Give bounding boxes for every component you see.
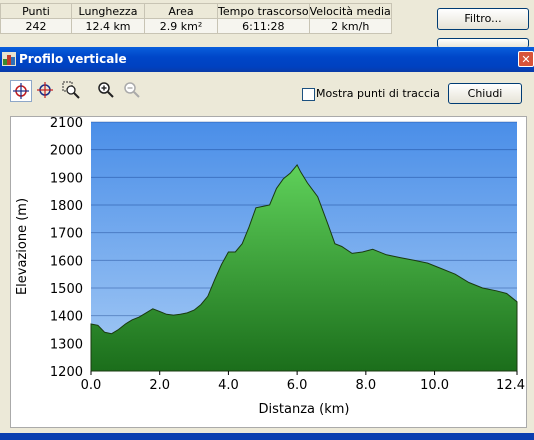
stats-header-elapsed-time: Tempo trascorso [217,3,310,19]
x-tick-label: 8.0 [355,378,376,393]
x-tick-label: 10.0 [420,378,449,393]
stats-table: Punti Lunghezza Area Tempo trascorso Vel… [0,3,392,34]
y-tick-label: 1900 [50,171,83,186]
stats-header-length: Lunghezza [71,3,145,19]
stats-value-length: 12.4 km [71,18,145,34]
zoom-region-icon[interactable] [61,80,83,102]
close-icon[interactable]: ✕ [518,51,534,67]
filter-button[interactable]: Filtro... [437,8,529,30]
stats-value-points: 242 [0,18,72,34]
show-points-checkbox[interactable] [302,88,315,101]
y-tick-label: 1500 [50,282,83,297]
crosshair-icon[interactable] [10,80,32,102]
y-tick-label: 2100 [50,117,83,131]
stats-header-avg-speed: Velocità media [308,3,392,19]
stats-header-points: Punti [0,3,72,19]
stats-value-avg-speed: 2 km/h [308,18,392,34]
title-bar[interactable]: Profilo verticale ✕ [0,47,534,72]
y-tick-label: 1800 [50,199,83,214]
window-title: Profilo verticale [19,52,127,66]
app-icon [2,52,16,66]
crosshair-move-icon[interactable] [35,80,57,102]
stats-header-area: Area [144,3,218,19]
window-bottom-border [0,433,534,440]
stats-value-elapsed-time: 6:11:28 [217,18,310,34]
close-button[interactable]: Chiudi [448,83,522,104]
zoom-in-icon[interactable] [96,80,118,102]
y-tick-label: 1700 [50,227,83,242]
x-tick-label: 0.0 [81,378,102,393]
elevation-chart: 1200 1300 1400 1500 1600 1700 1800 1900 2000 2100… [15,116,525,417]
stats-value-area: 2.9 km² [144,18,218,34]
x-tick-label: 6.0 [287,378,308,393]
y-tick-label: 1300 [50,337,83,352]
y-tick-label: 1400 [50,310,83,325]
x-tick-label: 12.4 [496,378,525,393]
stats-header-row: Punti Lunghezza Area Tempo trascorso Vel… [0,3,392,19]
x-axis-label: Distanza (km) [259,402,350,417]
show-points-label: Mostra punti di traccia [316,87,440,100]
zoom-out-icon[interactable] [122,80,144,102]
x-tick-label: 4.0 [218,378,239,393]
y-tick-label: 2000 [50,144,83,159]
y-tick-label: 1200 [50,365,83,380]
elevation-chart-frame: 1200 1300 1400 1500 1600 1700 1800 1900 2000 2100… [10,116,527,428]
y-tick-label: 1600 [50,254,83,269]
y-axis-label: Elevazione (m) [15,198,30,295]
x-tick-label: 2.0 [149,378,170,393]
stats-values-row: 242 12.4 km 2.9 km² 6:11:28 2 km/h [0,18,392,34]
